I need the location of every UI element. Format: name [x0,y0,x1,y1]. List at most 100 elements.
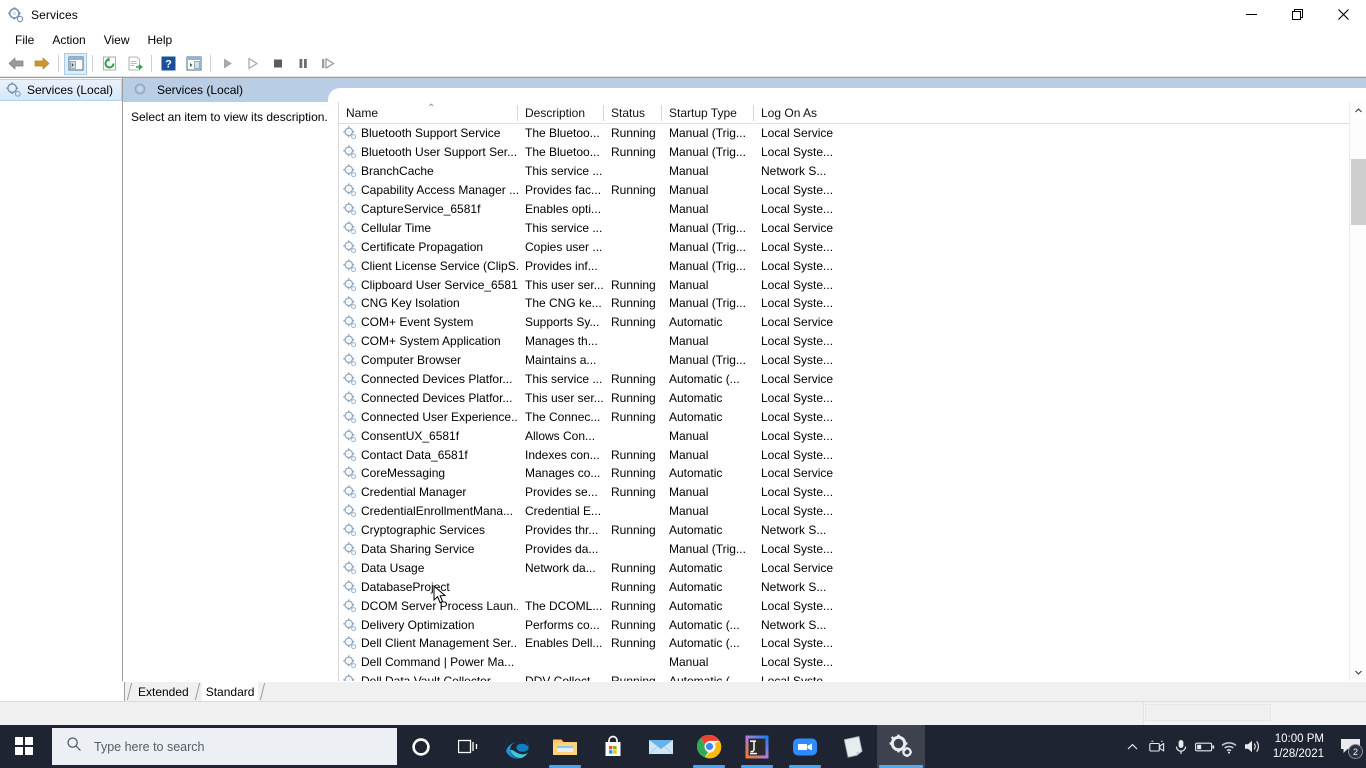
table-row[interactable]: Certificate Propagation Copies user ... Ma… [339,237,1366,256]
table-row[interactable]: Bluetooth User Support Ser... The Bluetoo… [339,143,1366,162]
show-hide-console-tree-button[interactable] [64,52,87,75]
cell-startup: Manual [669,164,709,179]
volume-icon[interactable] [1241,725,1265,768]
refresh-button[interactable] [98,53,121,75]
table-row[interactable]: Dell Command | Power Ma... Manual Local Sy… [339,653,1366,672]
table-row[interactable]: Clipboard User Service_6581f This user se… [339,275,1366,294]
minimize-button[interactable] [1228,0,1274,29]
table-row[interactable]: DatabaseProject Running Automatic Network S… [339,577,1366,596]
column-header-status[interactable]: Status [604,102,662,124]
maximize-button[interactable] [1274,0,1320,29]
services-gear-icon [343,353,357,367]
table-row[interactable]: Connected User Experience... The Connec..… [339,407,1366,426]
column-header-logon[interactable]: Log On As [754,102,837,124]
table-row[interactable]: BranchCache This service ... Manual Network… [339,162,1366,181]
resume-service-button[interactable] [241,53,264,75]
table-row[interactable]: Dell Client Management Ser... Enables Del… [339,634,1366,653]
search-input[interactable]: Type here to search [52,728,397,765]
stop-service-button[interactable] [266,53,289,75]
cell-text: CNG Key Isolation [361,296,460,311]
wifi-icon[interactable] [1217,725,1241,768]
menu-file[interactable]: File [6,31,43,49]
table-row[interactable]: COM+ System Application Manages th... Manu… [339,332,1366,351]
table-row[interactable]: Connected Devices Platfor... This user se… [339,388,1366,407]
cell-desc: Supports Sy... [525,315,600,330]
help-button[interactable]: ? [157,53,180,75]
restart-service-button[interactable] [316,53,339,75]
services-list-view[interactable]: Name ⌃ Description Status Startup Type Log On… [339,102,1366,681]
menu-help[interactable]: Help [139,31,182,49]
table-row[interactable]: Cryptographic Services Provides thr... Run… [339,521,1366,540]
cortana-button[interactable] [397,725,445,768]
pause-service-button[interactable] [291,53,314,75]
close-button[interactable] [1320,0,1366,29]
sticky-notes-button[interactable] [829,725,877,768]
cell-logon: Local Service [761,466,834,481]
column-header-name[interactable]: Name ⌃ [339,102,518,124]
vertical-scrollbar[interactable] [1349,102,1366,681]
cell-text: CredentialEnrollmentMana... [361,504,514,519]
table-row[interactable]: Dell Data Vault Collector DDV Collect...R… [339,672,1366,681]
cell-startup: Manual (Trig... [669,542,746,557]
camera-icon[interactable] [1145,725,1169,768]
task-view-button[interactable] [445,725,493,768]
menu-view[interactable]: View [95,31,139,49]
taskbar: Type here to search 10:00 PM 1/28/2021 2 [0,725,1366,768]
horizontal-scrollbar-thumb[interactable] [1145,704,1271,721]
show-hide-action-pane-button[interactable] [182,53,205,75]
microphone-icon[interactable] [1169,725,1193,768]
table-row[interactable]: Bluetooth Support Service The Bluetoo... R… [339,124,1366,143]
tab-standard[interactable]: Standard [201,682,259,701]
chrome-button[interactable] [685,725,733,768]
microsoft-store-button[interactable] [589,725,637,768]
tab-extended[interactable]: Extended [134,682,193,701]
table-row[interactable]: ConsentUX_6581f Allows Con... Manual Local … [339,426,1366,445]
services-button[interactable] [877,725,925,768]
column-header-desc[interactable]: Description [518,102,604,124]
table-row[interactable]: Cellular Time This service ... Manual (Tri… [339,218,1366,237]
edge-button[interactable] [493,725,541,768]
sidebar-item-services-local[interactable]: Services (Local) [0,79,122,101]
table-row[interactable]: CredentialEnrollmentMana... Credential E.… [339,502,1366,521]
scroll-up-arrow-icon[interactable] [1350,102,1366,119]
start-service-button[interactable] [216,53,239,75]
table-row[interactable]: Computer Browser Maintains a... Manual (Tr… [339,351,1366,370]
cell-name: Connected Devices Platfor... [339,391,518,405]
table-row[interactable]: CNG Key Isolation The CNG ke... Running Man… [339,294,1366,313]
tab-divider [193,682,202,701]
tab-divider [258,682,267,701]
scroll-down-arrow-icon[interactable] [1350,664,1366,681]
forward-button[interactable] [30,53,53,75]
cell-text: Bluetooth Support Service [361,126,501,141]
service-description-pane: Select an item to view its description. [123,102,339,681]
intellij-button[interactable] [733,725,781,768]
table-row[interactable]: Credential Manager Provides se... Running M… [339,483,1366,502]
table-row[interactable]: Capability Access Manager ... Provides fa… [339,181,1366,200]
column-header-startup[interactable]: Startup Type [662,102,754,124]
table-row[interactable]: DCOM Server Process Laun... The DCOML... R… [339,596,1366,615]
start-button[interactable] [0,725,48,768]
table-row[interactable]: Client License Service (ClipS... Provides… [339,256,1366,275]
show-hidden-icons-chevron-icon[interactable] [1121,725,1145,768]
zoom-button[interactable] [781,725,829,768]
table-row[interactable]: CaptureService_6581f Enables opti... Manua… [339,200,1366,219]
table-row[interactable]: CoreMessaging Manages co... Running Automat… [339,464,1366,483]
notifications-button[interactable]: 2 [1334,725,1366,768]
scrollbar-thumb[interactable] [1351,159,1366,225]
table-row[interactable]: Connected Devices Platfor... This service… [339,370,1366,389]
table-row[interactable]: COM+ Event System Supports Sy... Running Au… [339,313,1366,332]
menu-action[interactable]: Action [43,31,94,49]
file-explorer-button[interactable] [541,725,589,768]
cell-desc: Performs co... [525,617,600,632]
table-row[interactable]: Data Sharing Service Provides da... Manual… [339,540,1366,559]
export-list-button[interactable] [123,53,146,75]
back-button[interactable] [5,53,28,75]
horizontal-scrollbar[interactable] [1143,702,1366,725]
clock[interactable]: 10:00 PM 1/28/2021 [1265,725,1334,768]
table-row[interactable]: Delivery Optimization Performs co... Runni… [339,615,1366,634]
battery-icon[interactable] [1193,725,1217,768]
console-body: Services (Local) Services (Local) Select… [0,77,1366,681]
table-row[interactable]: Contact Data_6581f Indexes con... Running M… [339,445,1366,464]
mail-button[interactable] [637,725,685,768]
table-row[interactable]: Data Usage Network da... Running Automatic L… [339,558,1366,577]
